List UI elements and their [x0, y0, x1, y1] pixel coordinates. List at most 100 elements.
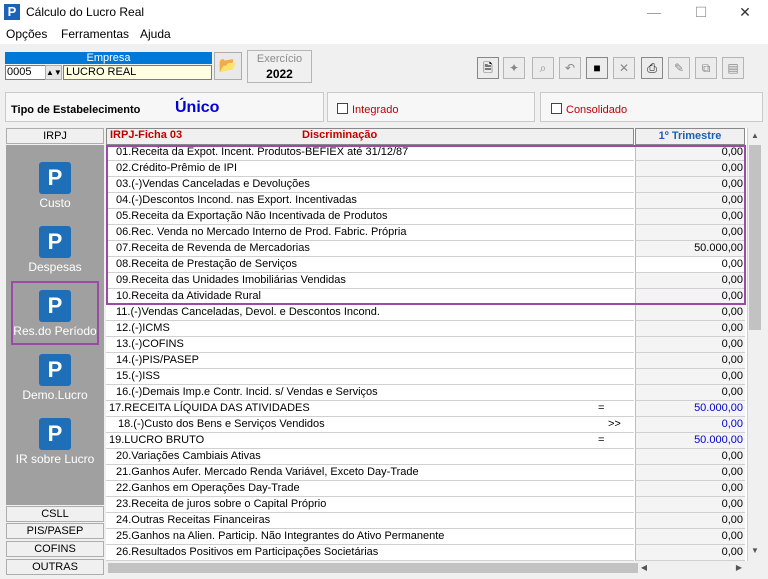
row-label-text: 11.(-)Vendas Canceladas, Devol. e Descon… [116, 306, 380, 318]
consolidado-checkbox[interactable] [551, 103, 562, 114]
row-symbol: >> [608, 418, 621, 430]
table-row-label: 23.Receita de juros sobre o Capital Próp… [106, 497, 634, 513]
tools-toolbar-button[interactable]: ✎ [668, 57, 690, 79]
nav-demo-lucro-icon[interactable]: P [39, 354, 71, 386]
undo-icon: ↶ [564, 61, 576, 75]
table-cell-value[interactable]: 0,00 [635, 545, 745, 561]
table-row-label: 17.RECEITA LÍQUIDA DAS ATIVIDADES [106, 401, 634, 417]
row-label-text: 17.RECEITA LÍQUIDA DAS ATIVIDADES [109, 402, 310, 414]
estab-type-label: Tipo de Estabelecimento [11, 104, 141, 116]
table-row-label: 18.(-)Custo dos Bens e Serviços Vendidos [106, 417, 634, 433]
scroll-up-icon[interactable]: ▲ [747, 131, 763, 140]
nav-outras-button[interactable]: OUTRAS [6, 559, 104, 575]
menu-opcoes[interactable]: Opções [6, 27, 47, 41]
gear-toolbar-button[interactable]: ✦ [503, 57, 525, 79]
row-label-text: 22.Ganhos em Operações Day-Trade [116, 482, 300, 494]
integrado-checkbox[interactable] [337, 103, 348, 114]
integrado-label: Integrado [352, 104, 399, 116]
print-toolbar-button[interactable]: ⎙ [641, 57, 663, 79]
empresa-name-field[interactable]: LUCRO REAL [63, 65, 212, 80]
nav-custo-icon[interactable]: P [39, 162, 71, 194]
close-button[interactable]: ✕ [722, 0, 768, 24]
nav-selection-highlight [11, 281, 99, 345]
row-label-text: 16.(-)Demais Imp.e Contr. Incid. s/ Vend… [116, 386, 378, 398]
nav-irpj-button[interactable]: IRPJ [6, 128, 104, 144]
nav-despesas-icon[interactable]: P [39, 226, 71, 258]
minimize-button[interactable]: — [631, 0, 677, 24]
table-row-label: 14.(-)PIS/PASEP [106, 353, 634, 369]
table-cell-value[interactable]: 0,00 [635, 337, 745, 353]
maximize-button[interactable]: ☐ [678, 0, 724, 24]
menu-ferramentas[interactable]: Ferramentas [61, 27, 129, 41]
nav-csll-button[interactable]: CSLL [6, 506, 104, 522]
table-cell-value[interactable]: 0,00 [635, 529, 745, 545]
table-cell-value[interactable]: 50.000,00 [635, 401, 745, 417]
open-folder-button[interactable]: 📂 [214, 52, 242, 80]
delete-toolbar-button[interactable]: ✕ [613, 57, 635, 79]
delete-icon: ✕ [618, 61, 630, 75]
search-toolbar-button[interactable]: ⌕ [532, 57, 554, 79]
scroll-right-icon[interactable]: ▶ [731, 563, 747, 572]
nav-ir-lucro-icon[interactable]: P [39, 418, 71, 450]
empresa-code-field[interactable]: 0005 [5, 65, 49, 80]
export-toolbar-button[interactable]: ▤ [722, 57, 744, 79]
table-cell-value[interactable]: 0,00 [635, 449, 745, 465]
nav-custo-label[interactable]: Custo [6, 196, 104, 210]
nav-cofins-button[interactable]: COFINS [6, 541, 104, 557]
horizontal-scroll-thumb[interactable] [108, 563, 638, 573]
table-cell-value[interactable]: 0,00 [635, 513, 745, 529]
folder-icon: 📂 [218, 57, 238, 74]
row-label-text: 12.(-)ICMS [116, 322, 170, 334]
spin-arrows-icon: ▲▼ [46, 68, 62, 77]
row-label-text: 26.Resultados Positivos em Participações… [116, 546, 379, 558]
table-cell-value[interactable]: 0,00 [635, 417, 745, 433]
table-cell-value[interactable]: 0,00 [635, 321, 745, 337]
table-row-label: 19.LUCRO BRUTO [106, 433, 634, 449]
row-label-text: 13.(-)COFINS [116, 338, 184, 350]
row-symbol: = [598, 402, 605, 414]
table-row-label: 13.(-)COFINS [106, 337, 634, 353]
exercicio-box[interactable]: Exercício 2022 [247, 50, 312, 83]
nav-despesas-label[interactable]: Despesas [6, 260, 104, 274]
app-icon: P [4, 4, 20, 20]
close-icon: ✕ [739, 4, 751, 20]
table-cell-value[interactable]: 0,00 [635, 353, 745, 369]
table-row-label: 15.(-)ISS [106, 369, 634, 385]
row-label-text: 15.(-)ISS [116, 370, 161, 382]
scroll-left-icon[interactable]: ◀ [636, 563, 652, 572]
table-cell-value[interactable]: 0,00 [635, 481, 745, 497]
nav-demo-lucro-label[interactable]: Demo.Lucro [6, 388, 104, 402]
table-cell-value[interactable]: 0,00 [635, 369, 745, 385]
table-cell-value[interactable]: 0,00 [635, 385, 745, 401]
row-symbol: = [598, 434, 605, 446]
table-cell-value[interactable]: 50.000,00 [635, 433, 745, 449]
minimize-icon: — [647, 4, 661, 20]
table-row-label: 26.Resultados Positivos em Participações… [106, 545, 634, 561]
table-row-label: 24.Outras Receitas Financeiras [106, 513, 634, 529]
document-icon: 🗎 [483, 61, 493, 75]
table-cell-value[interactable]: 0,00 [635, 305, 745, 321]
table-cell-value[interactable]: 0,00 [635, 497, 745, 513]
table-row-label: 16.(-)Demais Imp.e Contr. Incid. s/ Vend… [106, 385, 634, 401]
table-cell-value[interactable]: 0,00 [635, 465, 745, 481]
table-row-label: 22.Ganhos em Operações Day-Trade [106, 481, 634, 497]
row-label-text: 23.Receita de juros sobre o Capital Próp… [116, 498, 327, 510]
save-toolbar-button[interactable]: ■ [586, 57, 608, 79]
menu-ajuda[interactable]: Ajuda [140, 27, 171, 41]
scroll-down-icon[interactable]: ▼ [747, 546, 763, 555]
vertical-scroll-thumb[interactable] [749, 145, 761, 330]
row-label-text: 20.Variações Cambiais Ativas [116, 450, 261, 462]
table-row-label: 25.Ganhos na Alien. Particip. Não Integr… [106, 529, 634, 545]
empresa-spin-button[interactable]: ▲▼ [45, 65, 62, 80]
nav-ir-lucro-label[interactable]: IR sobre Lucro [6, 452, 104, 466]
save-icon: ■ [593, 61, 601, 75]
print-icon: ⎙ [647, 61, 657, 75]
exercicio-value: 2022 [266, 67, 293, 81]
window-title: Cálculo do Lucro Real [26, 5, 145, 19]
empresa-header: Empresa [5, 52, 212, 64]
consolidado-label: Consolidado [566, 104, 628, 116]
document-toolbar-button[interactable]: 🗎 [477, 57, 499, 79]
undo-toolbar-button[interactable]: ↶ [559, 57, 581, 79]
copy-toolbar-button[interactable]: ⧉ [695, 57, 717, 79]
nav-pis-pasep-button[interactable]: PIS/PASEP [6, 523, 104, 539]
